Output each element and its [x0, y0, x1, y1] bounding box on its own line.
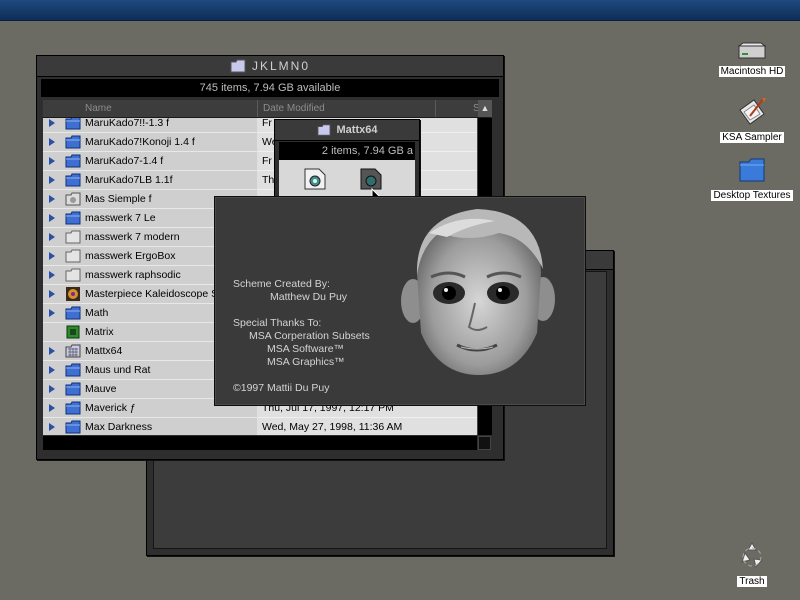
window-titlebar[interactable]: JKLMN0 — [37, 56, 503, 77]
disclosure-triangle-icon[interactable] — [49, 157, 55, 165]
folder-blue-icon — [65, 382, 81, 396]
file-date: Th — [262, 174, 275, 186]
folder-gray-icon — [65, 230, 81, 244]
horizontal-scrollbar[interactable] — [43, 436, 477, 450]
mattx-window-titlebar[interactable]: Mattx64 — [275, 120, 419, 141]
disclosure-triangle-icon[interactable] — [49, 366, 55, 374]
window-status-bar: 745 items, 7.94 GB available — [41, 79, 499, 97]
disclosure-triangle-icon[interactable] — [49, 195, 55, 203]
folder-blue-icon — [65, 363, 81, 377]
file-name: Maus und Rat — [85, 364, 151, 376]
file-name: MaruKado7LB 1.1f — [85, 174, 173, 186]
desktop-icon-trash[interactable]: Trash — [722, 540, 782, 589]
items-available-text: 745 items, 7.94 GB available — [199, 82, 341, 94]
folder-checker-icon — [65, 344, 81, 358]
sort-direction-button[interactable]: ▲ — [478, 100, 492, 117]
file-name: Math — [85, 307, 109, 319]
folder-blue-icon — [65, 118, 81, 130]
file-name: Mas Siemple f — [85, 193, 152, 205]
file-name: Mattx64 — [85, 345, 123, 357]
folder-blue-icon — [65, 211, 81, 225]
disclosure-triangle-icon[interactable] — [49, 176, 55, 184]
resize-grow-box[interactable] — [478, 436, 491, 450]
mattx-window-title: Mattx64 — [336, 124, 378, 136]
finder-window-mattx64[interactable]: Mattx64 2 items, 7.94 GB a — [274, 119, 420, 206]
folder-blue-icon — [739, 158, 765, 182]
disclosure-triangle-icon[interactable] — [49, 290, 55, 298]
matrix-app-icon — [65, 325, 81, 339]
disclosure-triangle-icon[interactable] — [49, 138, 55, 146]
disclosure-triangle-icon[interactable] — [49, 214, 55, 222]
file-date: Fr — [262, 155, 272, 167]
desktop-icon-label: KSA Sampler — [720, 132, 784, 143]
menu-bar[interactable] — [0, 0, 800, 21]
desktop-icon-label: Trash — [737, 576, 767, 587]
folder-blue-icon — [65, 135, 81, 149]
file-date: Wed, May 27, 1998, 11:36 AM — [262, 421, 403, 433]
file-name: masswerk raphsodic — [85, 269, 181, 281]
file-name: Maverick ƒ — [85, 402, 136, 414]
file-name: masswerk 7 modern — [85, 231, 180, 243]
file-name: Mauve — [85, 383, 117, 395]
folder-blue-icon — [65, 420, 81, 434]
disclosure-triangle-icon[interactable] — [49, 233, 55, 241]
folder-blue-icon — [65, 401, 81, 415]
desktop-icon-label: Desktop Textures — [711, 190, 793, 201]
folder-blue-icon — [65, 154, 81, 168]
folder-disk-icon — [65, 192, 81, 206]
thanks-item: MSA Graphics™ — [267, 356, 345, 368]
desktop-icon-label: Macintosh HD — [718, 66, 786, 77]
window-title: JKLMN0 — [251, 59, 310, 73]
disclosure-triangle-icon[interactable] — [49, 385, 55, 393]
thanks-item: MSA Corperation Subsets — [249, 330, 370, 342]
scheme-file-icon[interactable] — [303, 168, 327, 190]
column-header: Name Date Modified S ▲ — [43, 100, 492, 118]
hard-drive-icon — [737, 42, 767, 59]
scheme-file-icon[interactable] — [359, 168, 383, 190]
folder-icon — [317, 124, 330, 136]
folder-gray-icon — [65, 249, 81, 263]
desktop-icon-macintosh-hd[interactable]: Macintosh HD — [712, 42, 792, 79]
thanks-item: MSA Software™ — [267, 343, 345, 355]
kaleidoscope-icon — [65, 287, 81, 301]
folder-blue-icon — [65, 306, 81, 320]
trash-icon — [741, 541, 763, 569]
disclosure-triangle-icon[interactable] — [49, 119, 55, 127]
column-date-header[interactable]: Date Modified — [263, 103, 325, 114]
disclosure-triangle-icon[interactable] — [49, 252, 55, 260]
file-name: MaruKado7-1.4 f — [85, 155, 164, 167]
author-portrait — [401, 209, 555, 375]
file-name: Max Darkness — [85, 421, 153, 433]
column-name-header[interactable]: Name — [85, 103, 112, 114]
mattx-items-text: 2 items, 7.94 GB a — [321, 145, 413, 157]
credit-heading: Scheme Created By: — [233, 278, 330, 290]
folder-gray-icon — [65, 268, 81, 282]
scheme-about-panel[interactable]: Scheme Created By: Matthew Du Puy Specia… — [214, 196, 586, 406]
file-name: masswerk ErgoBox — [85, 250, 176, 262]
desktop-icon-ksa-sampler[interactable]: KSA Sampler — [712, 96, 792, 145]
thanks-heading: Special Thanks To: — [233, 317, 322, 329]
disclosure-triangle-icon[interactable] — [49, 404, 55, 412]
disclosure-triangle-icon[interactable] — [49, 347, 55, 355]
copyright-text: ©1997 Mattii Du Puy — [233, 382, 330, 394]
file-date: Fr — [262, 118, 272, 129]
file-name: MaruKado7!!-1.3 f — [85, 118, 170, 129]
column-separator — [435, 100, 436, 117]
disclosure-triangle-icon[interactable] — [49, 309, 55, 317]
folder-icon — [230, 59, 246, 73]
file-name: MaruKado7!Konoji 1.4 f — [85, 136, 195, 148]
column-separator — [257, 100, 258, 117]
file-name: masswerk 7 Le — [85, 212, 156, 224]
file-name: Matrix — [85, 326, 114, 338]
table-row[interactable]: Max Darkness Wed, May 27, 1998, 11:36 AM — [43, 418, 477, 435]
sampler-app-icon — [739, 97, 766, 125]
file-name: Masterpiece Kaleidoscope S — [85, 288, 219, 300]
folder-blue-icon — [65, 173, 81, 187]
desktop-icon-desktop-textures[interactable]: Desktop Textures — [706, 154, 798, 203]
credit-name: Matthew Du Puy — [270, 291, 348, 303]
mattx-status-bar: 2 items, 7.94 GB a — [279, 142, 415, 160]
disclosure-triangle-icon[interactable] — [49, 271, 55, 279]
disclosure-triangle-icon[interactable] — [49, 423, 55, 431]
